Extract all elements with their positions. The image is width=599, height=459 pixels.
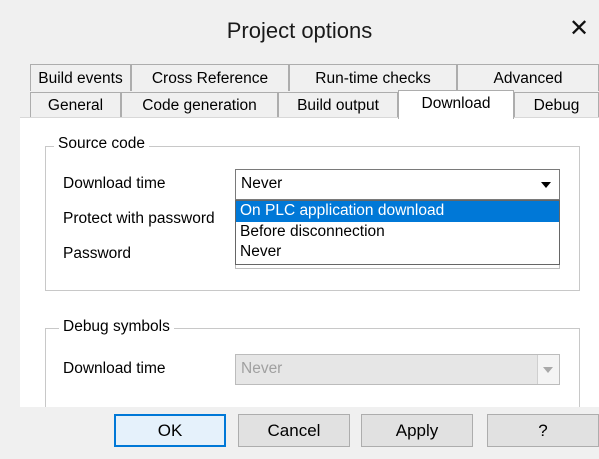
download-time-label: Download time (63, 175, 166, 192)
protect-with-password-label: Protect with password (63, 210, 215, 227)
debug-symbols-group-title: Debug symbols (59, 318, 174, 336)
download-time-combobox[interactable]: Never (235, 169, 560, 200)
button-bar: OK Cancel Apply ? (0, 407, 599, 459)
tab-run-time-checks[interactable]: Run-time checks (289, 64, 457, 91)
source-code-group-title: Source code (54, 135, 150, 153)
cancel-button[interactable]: Cancel (238, 414, 350, 447)
title-bar: Project options ✕ (0, 0, 599, 62)
download-time-dropdown-list: On PLC application download Before disco… (235, 200, 560, 265)
download-time-value: Never (241, 175, 283, 192)
tab-cross-reference[interactable]: Cross Reference (131, 64, 289, 91)
debug-download-time-label: Download time (63, 360, 166, 377)
password-label: Password (63, 245, 132, 262)
debug-download-time-value: Never (241, 360, 283, 377)
apply-button[interactable]: Apply (361, 414, 473, 447)
debug-download-time-combobox: Never (235, 354, 560, 385)
tab-code-generation[interactable]: Code generation (121, 92, 278, 118)
dialog-title: Project options (226, 18, 373, 43)
project-options-dialog: Project options ✕ Build events Cross Ref… (0, 0, 599, 459)
ok-button[interactable]: OK (114, 414, 226, 447)
close-icon[interactable]: ✕ (565, 15, 593, 43)
chevron-down-icon[interactable] (541, 182, 551, 188)
tab-download[interactable]: Download (398, 90, 514, 119)
dropdown-option-never[interactable]: Never (236, 242, 559, 263)
chevron-down-icon (543, 367, 553, 373)
tab-build-output[interactable]: Build output (278, 92, 398, 118)
dropdown-option-on-plc-download[interactable]: On PLC application download (236, 201, 559, 222)
tab-build-events[interactable]: Build events (30, 64, 131, 91)
tab-general[interactable]: General (30, 92, 121, 118)
help-button[interactable]: ? (487, 414, 599, 447)
tab-advanced[interactable]: Advanced (457, 64, 599, 91)
tab-debug[interactable]: Debug (514, 92, 599, 118)
dropdown-option-before-disconnection[interactable]: Before disconnection (236, 222, 559, 243)
